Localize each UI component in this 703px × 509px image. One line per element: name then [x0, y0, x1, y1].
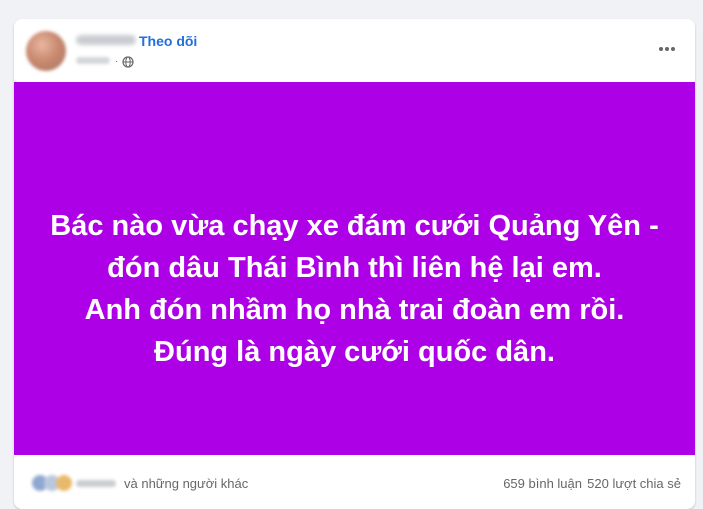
reactions-others-label[interactable]: và những người khác [124, 476, 248, 491]
reactor-name-blurred [76, 480, 116, 487]
post-content[interactable]: Bác nào vừa chạy xe đám cưới Quảng Yên -… [14, 82, 695, 455]
separator-dot: · [115, 56, 119, 67]
more-options-icon[interactable] [657, 39, 677, 59]
post-text: Bác nào vừa chạy xe đám cưới Quảng Yên -… [50, 205, 658, 373]
post-text-line: Anh đón nhầm họ nhà trai đoàn em rồi. [84, 293, 625, 326]
post-text-line: Bác nào vừa chạy xe đám cưới Quảng Yên - [50, 209, 659, 242]
comments-count[interactable]: 659 bình luận [503, 476, 582, 491]
reaction-icon [56, 475, 72, 491]
shares-count[interactable]: 520 lượt chia sẻ [587, 476, 681, 491]
author-name-blurred[interactable] [76, 35, 136, 45]
post-text-line: đón dâu Thái Bình thì liên hệ lại em. [107, 251, 602, 284]
post-text-line: Đúng là ngày cưới quốc dân. [154, 335, 555, 368]
reactions-summary[interactable] [32, 475, 116, 491]
post-card: Theo dõi · Bác nào vừa chạy xe đám cưới … [14, 19, 695, 509]
post-time-blurred[interactable] [76, 57, 110, 64]
follow-button[interactable]: Theo dõi [139, 33, 197, 49]
avatar[interactable] [26, 31, 66, 71]
globe-icon [122, 56, 134, 68]
